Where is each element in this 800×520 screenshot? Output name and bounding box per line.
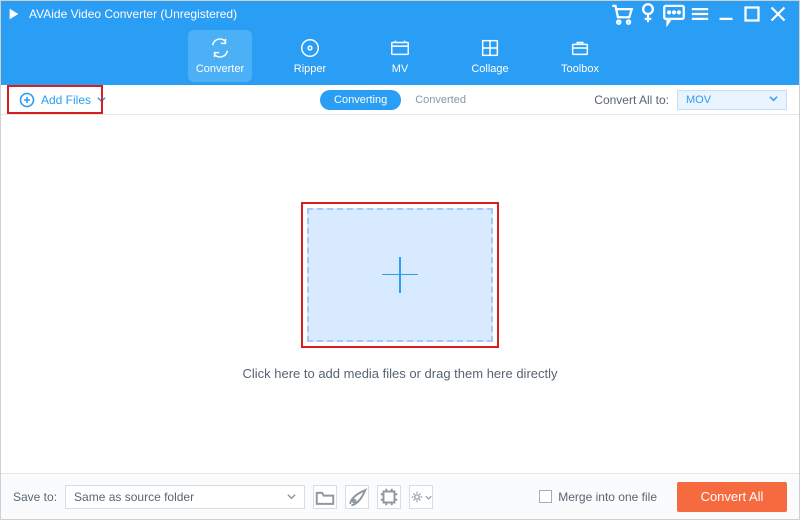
convert-all-to: Convert All to: MOV: [594, 90, 787, 110]
add-files-button[interactable]: Add Files: [13, 89, 112, 111]
collage-icon: [479, 37, 501, 59]
add-files-label: Add Files: [41, 93, 91, 107]
gpu-accel-button[interactable]: [377, 485, 401, 509]
convert-all-button[interactable]: Convert All: [677, 482, 787, 512]
convert-all-to-select[interactable]: MOV: [677, 90, 787, 110]
save-to-value: Same as source folder: [74, 490, 194, 504]
tab-label: Ripper: [294, 63, 326, 75]
maximize-button[interactable]: [739, 1, 765, 27]
drop-zone-wrapper: [307, 208, 493, 342]
tab-ripper[interactable]: Ripper: [278, 30, 342, 82]
checkbox-icon: [539, 490, 552, 503]
app-window: AVAide Video Converter (Unregistered): [0, 0, 800, 520]
window-title: AVAide Video Converter (Unregistered): [29, 7, 609, 21]
tab-collage[interactable]: Collage: [458, 30, 522, 82]
plus-circle-icon: [19, 92, 35, 108]
plus-icon: [382, 257, 418, 293]
tab-converter[interactable]: Converter: [188, 30, 252, 82]
cart-icon[interactable]: [609, 1, 635, 27]
save-to-select[interactable]: Same as source folder: [65, 485, 305, 509]
chevron-down-icon: [97, 93, 106, 107]
drop-hint-text: Click here to add media files or drag th…: [242, 366, 557, 381]
save-to-label: Save to:: [13, 490, 57, 504]
tab-label: Collage: [471, 63, 508, 75]
convert-all-to-value: MOV: [686, 94, 711, 106]
converter-icon: [209, 37, 231, 59]
secondary-bar: Add Files Converting Converted Convert A…: [1, 85, 799, 115]
minimize-button[interactable]: [713, 1, 739, 27]
convert-all-to-label: Convert All to:: [594, 93, 669, 107]
bottom-bar: Save to: Same as source folder Merge int…: [1, 473, 799, 519]
chevron-down-icon: [769, 94, 778, 106]
main-area: Click here to add media files or drag th…: [1, 115, 799, 473]
main-tabs: Converter Ripper MV Collage Toolbox: [1, 27, 799, 85]
ripper-icon: [299, 37, 321, 59]
sub-tabs: Converting Converted: [320, 90, 480, 110]
tab-label: MV: [392, 63, 409, 75]
tab-label: Converter: [196, 63, 244, 75]
speed-button[interactable]: [345, 485, 369, 509]
chevron-down-icon: [287, 490, 296, 504]
merge-checkbox[interactable]: Merge into one file: [539, 490, 657, 504]
subtab-converting[interactable]: Converting: [320, 90, 401, 110]
chevron-down-icon: [425, 490, 432, 504]
tab-label: Toolbox: [561, 63, 599, 75]
drop-zone[interactable]: [307, 208, 493, 342]
menu-icon[interactable]: [687, 1, 713, 27]
subtab-converted[interactable]: Converted: [401, 90, 480, 110]
feedback-icon[interactable]: [661, 1, 687, 27]
mv-icon: [389, 37, 411, 59]
title-bar: AVAide Video Converter (Unregistered): [1, 1, 799, 27]
open-folder-button[interactable]: [313, 485, 337, 509]
tab-toolbox[interactable]: Toolbox: [548, 30, 612, 82]
register-key-icon[interactable]: [635, 1, 661, 27]
settings-button[interactable]: [409, 485, 433, 509]
merge-label: Merge into one file: [558, 490, 657, 504]
tab-mv[interactable]: MV: [368, 30, 432, 82]
toolbox-icon: [569, 37, 591, 59]
close-button[interactable]: [765, 1, 791, 27]
app-logo-icon: [7, 7, 21, 21]
